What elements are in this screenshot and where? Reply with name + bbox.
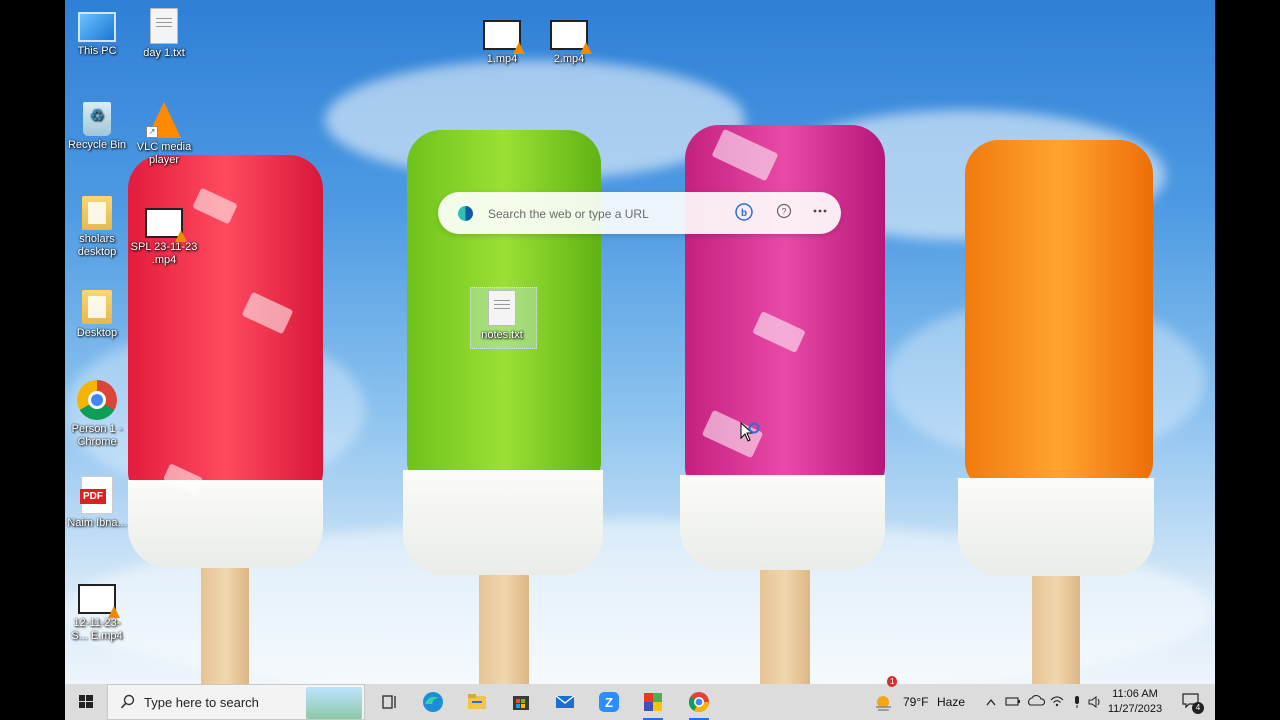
weather-alert-badge: 1 (887, 676, 898, 687)
desktop-icon-this-pc[interactable]: This PC (65, 8, 131, 58)
desktop-icon-day1-txt[interactable]: day 1.txt (130, 8, 198, 60)
folder-icon (82, 196, 112, 230)
weather-haze-icon (876, 696, 891, 711)
search-highlight-image (306, 687, 362, 719)
desktop-icon-2-mp4[interactable]: 2.mp4 (535, 14, 603, 66)
video-file-icon (550, 20, 592, 54)
bing-icon[interactable]: b (734, 203, 754, 223)
this-pc-icon (78, 12, 116, 42)
edge-icon (458, 206, 473, 221)
help-icon[interactable]: ? (774, 203, 794, 223)
onedrive-tray-button[interactable] (1027, 684, 1046, 720)
start-button[interactable] (65, 684, 107, 720)
desktop-icon-label: Recycle Bin (67, 139, 127, 151)
edge-search-bar[interactable]: b ? (438, 192, 841, 234)
desktop-icon-recycle-bin[interactable]: Recycle Bin (65, 102, 131, 152)
desktop-icon-desktop-folder[interactable]: Desktop (65, 290, 131, 340)
taskbar: Z 1 79°F Haze (65, 676, 1215, 720)
text-file-icon (150, 8, 178, 44)
desktop-icon-pdf[interactable]: PDF Naim Ibna... (65, 476, 131, 530)
more-options-icon[interactable] (810, 203, 830, 223)
task-view-icon (382, 695, 396, 709)
volume-icon (1088, 696, 1100, 708)
weather-condition: Haze (937, 695, 966, 709)
show-hidden-icons-button[interactable] (985, 684, 997, 720)
chrome-icon (77, 380, 117, 420)
desktop-icon-label: VLC media player (136, 141, 192, 166)
desktop-icon-notes-txt[interactable]: notes.txt (468, 290, 536, 342)
clock-time: 11:06 AM (1112, 688, 1158, 700)
desktop-icon-label: Person 1 - Chrome (71, 423, 123, 448)
chevron-up-icon (986, 698, 996, 706)
desktop-wallpaper (65, 0, 1215, 700)
windows-icon (79, 695, 93, 708)
zoom-icon: Z (599, 692, 619, 712)
mail-icon (555, 695, 575, 708)
desktop-icon-label: Desktop (76, 327, 118, 339)
desktop-icon-label: notes.txt (481, 329, 523, 341)
desktop-icon-label: day 1.txt (143, 47, 185, 59)
recycle-bin-icon (83, 102, 111, 136)
taskbar-search-box[interactable] (107, 684, 365, 720)
desktop-icon-vlc[interactable]: ↗ VLC media player (130, 102, 198, 167)
svg-text:?: ? (781, 207, 786, 217)
desktop-icon-sholars-desktop[interactable]: sholars desktop (65, 196, 131, 259)
vlc-icon: ↗ (146, 102, 181, 138)
network-tray-button[interactable] (1049, 684, 1065, 720)
desktop-icon-label: Naim Ibna... (67, 517, 127, 529)
cloud-icon (1028, 695, 1046, 706)
desktop-icon-label: This PC (77, 45, 117, 57)
desktop-icon-12-11-23-mp4[interactable]: 12-11-23-S... E.mp4 (65, 578, 131, 643)
microphone-icon (1075, 696, 1079, 708)
system-clock[interactable]: 11:06 AM 11/27/2023 (1103, 687, 1167, 717)
battery-icon (1005, 697, 1020, 706)
app-icon (644, 693, 662, 711)
action-center-button[interactable]: 4 (1181, 692, 1204, 714)
desktop-icon-label: 2.mp4 (553, 53, 585, 65)
desktop-icon-label: 12-11-23-S... E.mp4 (71, 617, 123, 642)
notification-count-badge: 4 (1192, 702, 1204, 714)
store-icon (513, 696, 529, 710)
taskbar-app-button[interactable] (639, 688, 667, 720)
taskbar-chrome-button[interactable] (685, 688, 713, 720)
desktop-screen: This PC day 1.txt 1.mp4 2.mp4 Recycle Bi… (65, 0, 1215, 720)
desktop-icon-1-mp4[interactable]: 1.mp4 (468, 14, 536, 66)
desktop-icon-label: 1.mp4 (486, 53, 518, 65)
microphone-tray-button[interactable] (1071, 684, 1083, 720)
edge-search-input[interactable] (486, 203, 720, 225)
taskbar-store-button[interactable] (507, 688, 535, 716)
taskbar-file-explorer-button[interactable] (463, 688, 491, 716)
desktop-icon-label: SPL 23-11-23 .mp4 (130, 241, 198, 266)
search-icon (120, 694, 135, 709)
wifi-icon (1050, 696, 1064, 707)
video-file-icon (145, 208, 187, 242)
text-file-icon (488, 290, 516, 326)
svg-text:Z: Z (605, 695, 613, 710)
battery-tray-button[interactable] (1005, 684, 1021, 720)
task-view-button[interactable] (375, 688, 403, 716)
desktop-icon-chrome-person1[interactable]: Person 1 - Chrome (65, 380, 131, 449)
desktop-icon-label: sholars desktop (77, 233, 117, 258)
volume-tray-button[interactable] (1087, 684, 1103, 720)
video-file-icon (78, 584, 120, 618)
taskbar-zoom-button[interactable]: Z (595, 688, 623, 716)
chrome-icon (688, 692, 710, 713)
clock-date: 11/27/2023 (1107, 703, 1163, 715)
edge-icon (423, 692, 443, 712)
taskbar-mail-button[interactable] (551, 688, 579, 716)
folder-icon (82, 290, 112, 324)
svg-text:b: b (741, 208, 747, 219)
taskbar-edge-button[interactable] (419, 688, 447, 716)
taskbar-search-input[interactable] (142, 694, 296, 711)
pdf-icon: PDF (80, 476, 113, 514)
weather-temp: 79°F (903, 695, 929, 709)
desktop-icon-spl-mp4[interactable]: SPL 23-11-23 .mp4 (130, 202, 198, 267)
file-explorer-icon (468, 694, 486, 709)
video-file-icon (483, 20, 525, 54)
